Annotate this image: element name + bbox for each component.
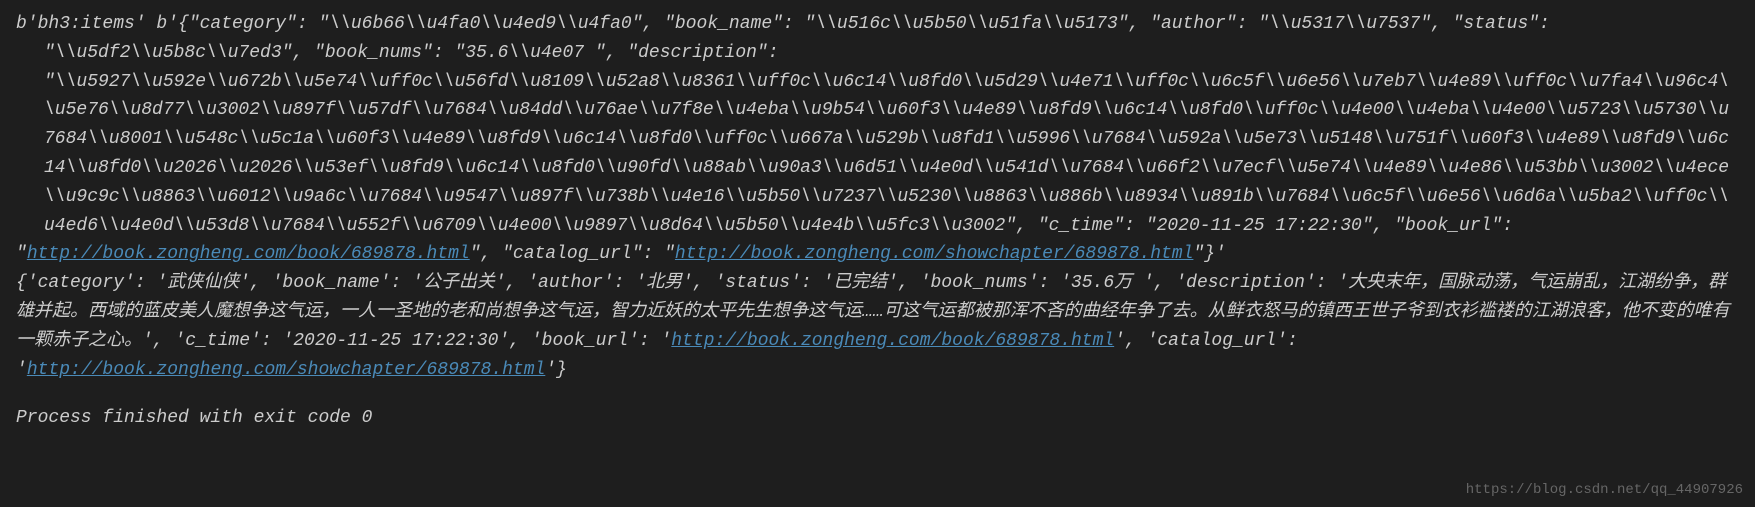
book-url-link-decoded[interactable]: http://book.zongheng.com/book/689878.htm… <box>671 331 1114 351</box>
blank-line <box>16 384 1739 404</box>
raw-line-4-prefix: " <box>16 244 27 264</box>
raw-line-1: b'bh3:items' b'{"category": "\\u6b66\\u4… <box>16 14 1550 34</box>
raw-line-4-mid: ", "catalog_url": " <box>470 244 675 264</box>
console-output-raw-bytes: b'bh3:items' b'{"category": "\\u6b66\\u4… <box>16 10 1739 269</box>
console-output-decoded: {'category': '武侠仙侠', 'book_name': '公子出关'… <box>16 269 1739 384</box>
raw-line-3: "\\u5927\\u592e\\u672b\\u5e74\\uff0c\\u5… <box>16 68 1739 241</box>
process-exit-line: Process finished with exit code 0 <box>16 404 1739 433</box>
decoded-suffix: '} <box>545 360 567 380</box>
book-url-link-raw[interactable]: http://book.zongheng.com/book/689878.htm… <box>27 244 470 264</box>
catalog-url-link-decoded[interactable]: http://book.zongheng.com/showchapter/689… <box>27 360 545 380</box>
raw-line-4-suffix: "}' <box>1193 244 1225 264</box>
watermark-text: https://blog.csdn.net/qq_44907926 <box>1466 479 1743 501</box>
catalog-url-link-raw[interactable]: http://book.zongheng.com/showchapter/689… <box>675 244 1193 264</box>
raw-line-2: "\\u5df2\\u5b8c\\u7ed3", "book_nums": "3… <box>16 39 1739 68</box>
